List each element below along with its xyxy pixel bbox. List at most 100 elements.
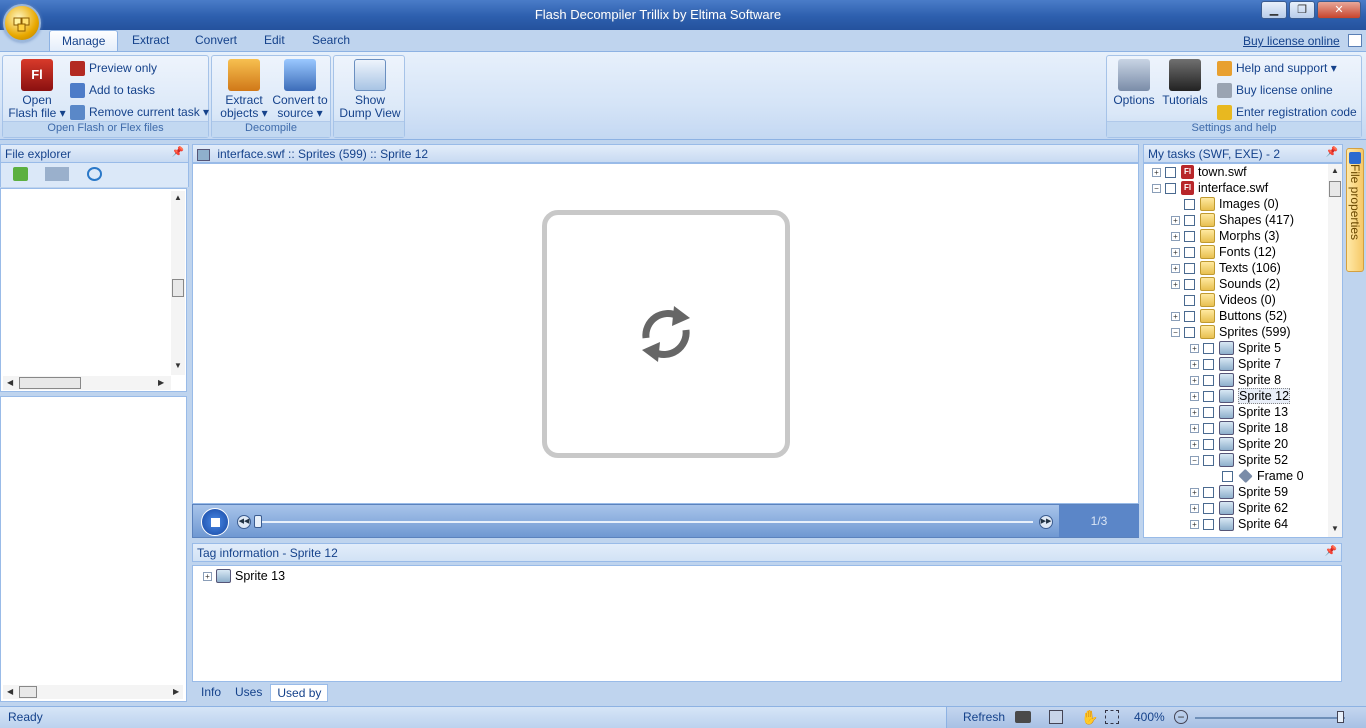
expand-toggle-icon[interactable]: +	[1190, 375, 1199, 385]
task-checkbox[interactable]	[1203, 502, 1214, 514]
app-menu-orb[interactable]	[3, 4, 41, 42]
minimize-button[interactable]: ▁	[1261, 1, 1287, 19]
task-tree-row[interactable]: + Sprite 5	[1190, 340, 1281, 356]
task-tree-row[interactable]: + Morphs (3)	[1171, 228, 1279, 244]
hscroll-thumb[interactable]	[19, 377, 81, 389]
task-tree-row[interactable]: + Sprite 64	[1190, 516, 1288, 532]
fit-view-icon[interactable]	[1105, 710, 1119, 724]
remove-task-button[interactable]: Remove current task ▾	[70, 103, 209, 121]
task-checkbox[interactable]	[1184, 310, 1195, 322]
task-tree-row[interactable]: + Sounds (2)	[1171, 276, 1280, 292]
expand-toggle-icon[interactable]: −	[1171, 327, 1180, 337]
tasks-vscroll-thumb[interactable]	[1329, 181, 1341, 197]
task-checkbox[interactable]	[1203, 406, 1214, 418]
expand-toggle-icon[interactable]: +	[1171, 263, 1180, 273]
pin-icon[interactable]: 📌	[172, 147, 184, 158]
help-icon[interactable]	[1348, 34, 1362, 47]
refresh-button[interactable]: Refresh	[963, 710, 1005, 724]
tasks-tree[interactable]: ▲ ▼ + Fl town.swf − Fl interface.swf Images (0…	[1143, 163, 1343, 538]
zoom-slider-thumb[interactable]	[1337, 711, 1344, 723]
task-tree-row[interactable]: − Sprites (599)	[1171, 324, 1291, 340]
task-checkbox[interactable]	[1203, 390, 1214, 402]
expand-toggle-icon[interactable]: +	[1171, 279, 1180, 289]
task-checkbox[interactable]	[1165, 182, 1176, 194]
forward-button[interactable]: ▶▶	[1039, 515, 1053, 529]
vscroll-thumb[interactable]	[172, 279, 184, 297]
expand-toggle-icon[interactable]: +	[1152, 167, 1161, 177]
buy-license-link[interactable]: Buy license online	[1243, 34, 1340, 48]
stop-button[interactable]	[201, 508, 229, 536]
task-tree-row[interactable]: Videos (0)	[1171, 292, 1276, 308]
task-tree-row[interactable]: + Fl town.swf	[1152, 164, 1247, 180]
task-checkbox[interactable]	[1203, 486, 1214, 498]
expand-toggle-icon[interactable]: +	[1190, 439, 1199, 449]
zoom-slider[interactable]	[1195, 717, 1345, 719]
zoom-out-button[interactable]: −	[1174, 710, 1188, 724]
folder-tree[interactable]: ▲ ▼ ◀ ▶	[0, 188, 187, 392]
task-tree-row[interactable]: + Fonts (12)	[1171, 244, 1276, 260]
task-tree-row[interactable]: − Fl interface.swf	[1152, 180, 1268, 196]
file-list[interactable]: ◀ ▶	[0, 396, 187, 702]
task-checkbox[interactable]	[1203, 518, 1214, 530]
maximize-button[interactable]: ❐	[1289, 1, 1315, 19]
options-button[interactable]: Options	[1111, 59, 1157, 107]
home-folder-icon[interactable]	[13, 167, 28, 181]
expand-toggle-icon[interactable]: −	[1152, 183, 1161, 193]
tab-info[interactable]: Info	[195, 684, 227, 702]
tab-edit[interactable]: Edit	[252, 30, 297, 52]
task-tree-row[interactable]: + Sprite 13	[1190, 404, 1288, 420]
tag-info-item[interactable]: + Sprite 13	[203, 568, 285, 584]
tasks-vscrollbar[interactable]: ▲ ▼	[1328, 164, 1342, 537]
show-dump-view-button[interactable]: Show Dump View	[338, 59, 402, 120]
expand-toggle-icon[interactable]: +	[1190, 343, 1199, 353]
tutorials-button[interactable]: Tutorials	[1159, 59, 1211, 107]
extract-objects-button[interactable]: Extract objects ▾	[216, 59, 272, 120]
task-checkbox[interactable]	[1203, 342, 1214, 354]
task-checkbox[interactable]	[1203, 438, 1214, 450]
task-tree-row[interactable]: + Sprite 59	[1190, 484, 1288, 500]
task-checkbox[interactable]	[1184, 198, 1195, 210]
task-checkbox[interactable]	[1203, 358, 1214, 370]
task-tree-row[interactable]: + Sprite 8	[1190, 372, 1281, 388]
task-checkbox[interactable]	[1184, 230, 1195, 242]
task-tree-row[interactable]: + Buttons (52)	[1171, 308, 1287, 324]
file-list-hscrollbar[interactable]: ◀ ▶	[3, 685, 183, 699]
task-checkbox[interactable]	[1203, 422, 1214, 434]
seek-thumb[interactable]	[254, 515, 262, 528]
task-tree-row[interactable]: Frame 0	[1209, 468, 1304, 484]
close-button[interactable]: ✕	[1317, 1, 1361, 19]
folder-tree-vscrollbar[interactable]: ▲ ▼	[171, 191, 185, 375]
expand-toggle-icon[interactable]: +	[1190, 519, 1199, 529]
rewind-button[interactable]: ◀◀	[237, 515, 251, 529]
task-tree-row[interactable]: + Sprite 62	[1190, 500, 1288, 516]
task-checkbox[interactable]	[1184, 294, 1195, 306]
task-checkbox[interactable]	[1222, 470, 1233, 482]
preview-only-button[interactable]: Preview only	[70, 59, 157, 77]
expand-toggle-icon[interactable]: +	[1171, 311, 1180, 321]
convert-to-source-button[interactable]: Convert to source ▾	[270, 59, 330, 120]
expand-toggle-icon[interactable]: +	[1190, 391, 1199, 401]
add-to-tasks-button[interactable]: Add to tasks	[70, 81, 155, 99]
expand-toggle-icon[interactable]: +	[1171, 215, 1180, 225]
tab-uses[interactable]: Uses	[229, 684, 268, 702]
tab-manage[interactable]: Manage	[49, 30, 119, 52]
expand-icon[interactable]: +	[203, 571, 212, 581]
help-support-button[interactable]: Help and support ▾	[1217, 59, 1337, 77]
task-tree-row[interactable]: + Sprite 12	[1190, 388, 1291, 404]
tag-info-pin-icon[interactable]: 📌	[1325, 546, 1337, 557]
folder-tree-hscrollbar[interactable]: ◀ ▶	[3, 376, 171, 390]
task-tree-row[interactable]: + Sprite 7	[1190, 356, 1281, 372]
hand-tool-icon[interactable]: ✋	[1081, 709, 1098, 726]
tab-extract[interactable]: Extract	[120, 30, 181, 52]
expand-toggle-icon[interactable]: +	[1190, 503, 1199, 513]
task-tree-row[interactable]: + Texts (106)	[1171, 260, 1281, 276]
task-checkbox[interactable]	[1184, 262, 1195, 274]
expand-toggle-icon[interactable]: +	[1190, 407, 1199, 417]
refresh-icon[interactable]	[87, 167, 102, 181]
expand-toggle-icon[interactable]: +	[1171, 247, 1180, 257]
expand-toggle-icon[interactable]: +	[1171, 231, 1180, 241]
task-tree-row[interactable]: + Sprite 20	[1190, 436, 1288, 452]
expand-toggle-icon[interactable]: +	[1190, 423, 1199, 433]
view-mode-icon[interactable]	[45, 167, 69, 181]
task-checkbox[interactable]	[1184, 278, 1195, 290]
